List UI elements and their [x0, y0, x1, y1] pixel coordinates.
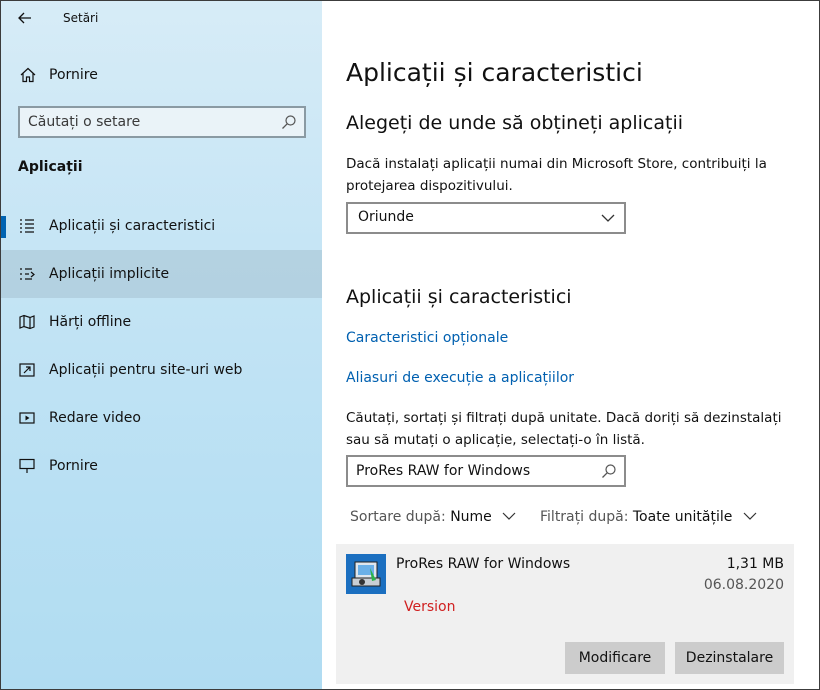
back-button[interactable] [13, 6, 37, 30]
map-icon [19, 314, 35, 330]
default-apps-icon [20, 268, 35, 280]
apps-heading: Aplicații și caracteristici [346, 286, 572, 308]
title-bar: Setări [1, 1, 322, 35]
startup-icon [19, 458, 35, 473]
search-description: Căutați, sortați și filtrați după unitat… [346, 410, 782, 448]
sort-value: Nume [450, 509, 492, 525]
back-arrow-icon [18, 12, 31, 24]
source-description: Dacă instalați aplicații numai din Micro… [346, 156, 767, 194]
filter-label: Filtrați după: [540, 509, 629, 525]
sidebar-item-offline-maps[interactable]: Hărți offline [1, 298, 322, 346]
app-install-date: 06.08.2020 [703, 577, 784, 593]
sidebar-item-web-apps[interactable]: Aplicații pentru site-uri web [1, 346, 322, 394]
settings-search-input[interactable] [28, 112, 268, 132]
sidebar-item-label: Redare video [49, 410, 141, 426]
sidebar-item-label: Aplicații implicite [49, 266, 170, 282]
app-execution-aliases-link[interactable]: Aliasuri de execuție a aplicațiilor [346, 370, 574, 386]
sidebar-item-default-apps[interactable]: Aplicații implicite [1, 250, 322, 298]
chevron-down-icon [743, 512, 757, 520]
modify-button[interactable]: Modificare [565, 642, 665, 674]
home-icon [20, 67, 36, 83]
app-search-box[interactable] [346, 455, 626, 487]
sidebar-item-label: Hărți offline [49, 314, 132, 330]
sidebar-section-title: Aplicații [18, 159, 83, 175]
sidebar-item-startup[interactable]: Pornire [1, 442, 322, 490]
filter-value: Toate unitățile [632, 509, 733, 525]
uninstall-button[interactable]: Dezinstalare [675, 642, 784, 674]
app-version: Version [404, 599, 456, 615]
sidebar: Setări Pornire Aplicații Aplicații și ca… [1, 1, 322, 689]
settings-window: Setări Pornire Aplicații Aplicații și ca… [0, 0, 820, 690]
filter-dropdown[interactable]: Filtrați după: Toate unitățile [540, 509, 757, 525]
app-name: ProRes RAW for Windows [396, 556, 571, 572]
sidebar-item-label: Aplicații pentru site-uri web [49, 362, 243, 378]
selection-indicator [1, 216, 6, 238]
app-size: 1,31 MB [726, 556, 784, 572]
settings-search-box[interactable] [18, 106, 306, 138]
apps-list-icon [20, 219, 34, 233]
web-app-icon [19, 363, 35, 377]
installer-icon [346, 554, 386, 594]
sidebar-home[interactable]: Pornire [1, 57, 322, 93]
sidebar-item-video-playback[interactable]: Redare video [1, 394, 322, 442]
chevron-down-icon [601, 214, 615, 222]
sidebar-home-label: Pornire [49, 67, 98, 83]
window-title: Setări [63, 11, 99, 25]
search-icon[interactable] [600, 462, 618, 480]
sidebar-item-label: Aplicații și caracteristici [49, 218, 216, 234]
dropdown-value: Oriunde [358, 209, 414, 225]
chevron-down-icon [502, 512, 516, 520]
sidebar-item-label: Pornire [49, 458, 98, 474]
search-icon[interactable] [280, 113, 298, 131]
sort-label: Sortare după: [350, 509, 446, 525]
sort-dropdown[interactable]: Sortare după: Nume [350, 509, 516, 525]
app-list-item[interactable]: ProRes RAW for Windows 1,31 MB 06.08.202… [336, 544, 794, 684]
source-heading: Alegeți de unde să obțineți aplicații [346, 112, 683, 134]
page-title: Aplicații și caracteristici [346, 58, 643, 87]
video-icon [19, 412, 35, 424]
optional-features-link[interactable]: Caracteristici opționale [346, 330, 508, 346]
main-content: Aplicații și caracteristici Alegeți de u… [322, 1, 819, 689]
app-source-dropdown[interactable]: Oriunde [346, 202, 626, 234]
sidebar-item-apps-features[interactable]: Aplicații și caracteristici [1, 202, 322, 250]
app-search-input[interactable] [356, 461, 591, 481]
